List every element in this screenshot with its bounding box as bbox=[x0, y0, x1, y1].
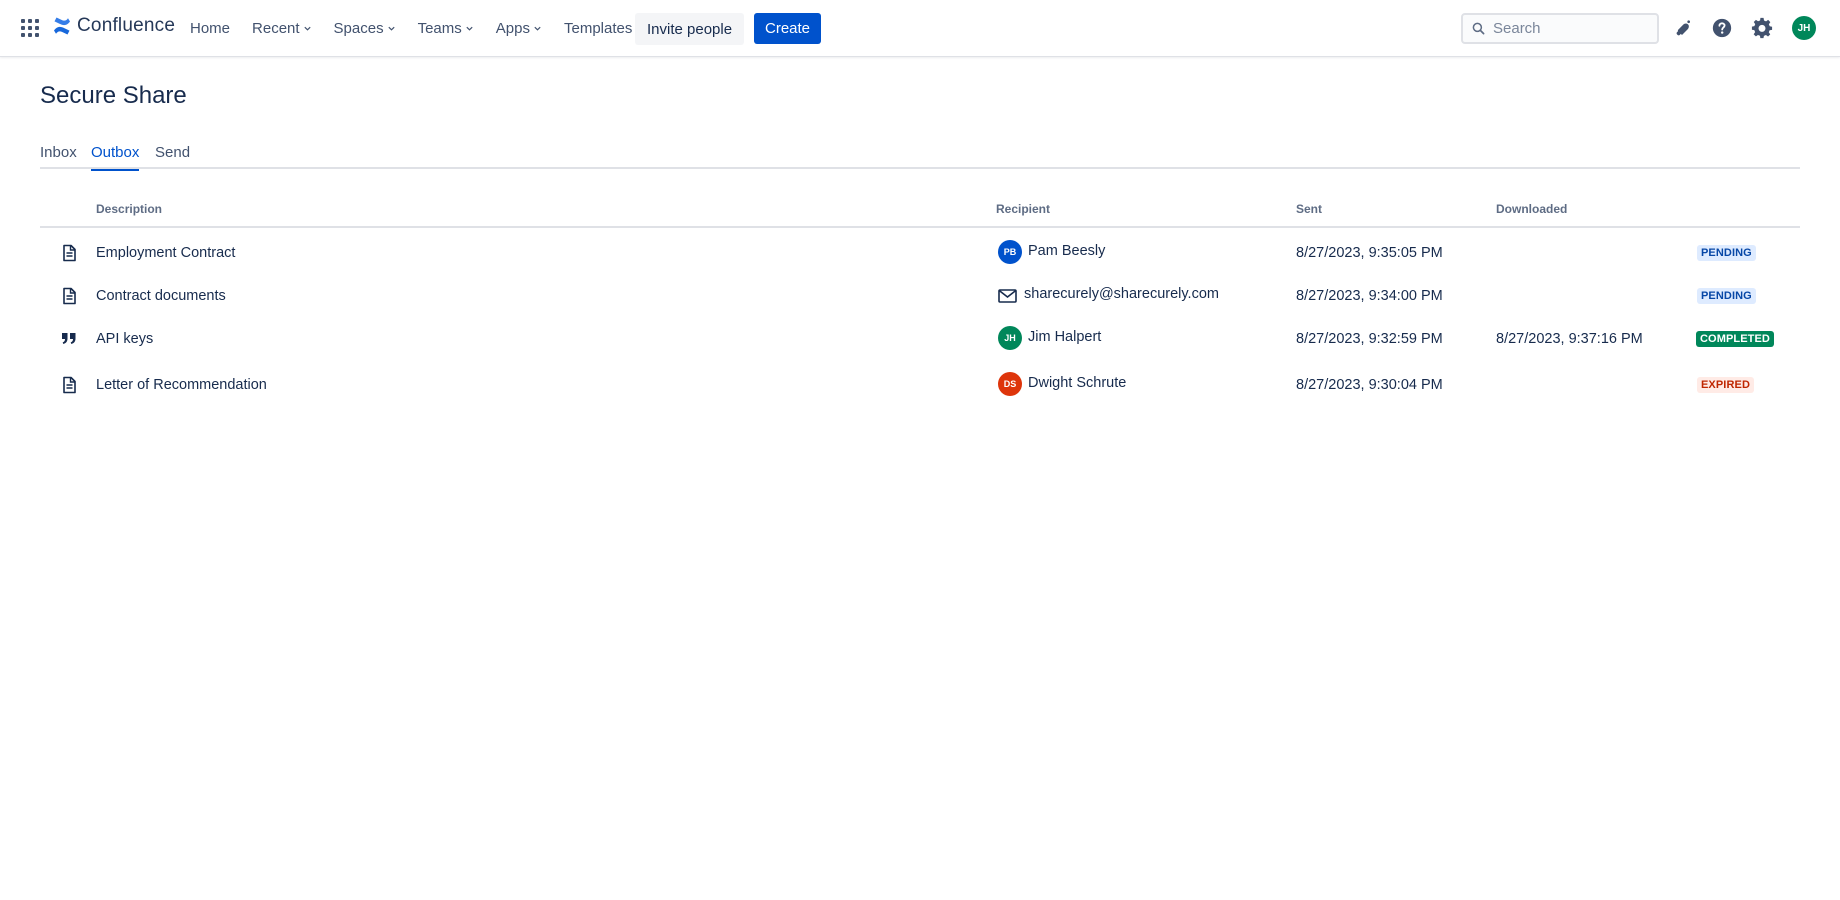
nav-spaces-label: Spaces bbox=[333, 20, 384, 37]
app-switcher-icon[interactable] bbox=[21, 19, 39, 37]
search-input[interactable] bbox=[1493, 20, 1653, 37]
table-row[interactable]: Letter of Recommendation DS Dwight Schru… bbox=[40, 364, 1800, 406]
tab-inbox[interactable]: Inbox bbox=[40, 144, 77, 169]
table-header: Description Recipient Sent Downloaded bbox=[40, 202, 1800, 228]
chevron-down-icon bbox=[466, 26, 473, 31]
recipient-avatar: PB bbox=[998, 240, 1022, 264]
email-icon bbox=[998, 289, 1017, 303]
row-description: Employment Contract bbox=[96, 245, 236, 261]
app-name: Confluence bbox=[77, 15, 176, 36]
status-badge: COMPLETED bbox=[1696, 331, 1774, 347]
row-recipient: Dwight Schrute bbox=[1028, 375, 1127, 391]
row-recipient: Pam Beesly bbox=[1028, 243, 1106, 259]
chevron-down-icon bbox=[387, 26, 395, 31]
help-icon[interactable] bbox=[1710, 16, 1734, 40]
row-sent: 8/27/2023, 9:32:59 PM bbox=[1296, 331, 1443, 347]
column-header-downloaded[interactable]: Downloaded bbox=[1496, 202, 1567, 216]
primary-nav: Home Recent Spaces Teams Apps Templates bbox=[190, 0, 654, 57]
nav-teams-label: Teams bbox=[417, 20, 462, 37]
confluence-logo[interactable]: Confluence bbox=[52, 15, 175, 37]
row-description: Contract documents bbox=[96, 288, 226, 304]
nav-teams[interactable]: Teams bbox=[418, 20, 474, 37]
document-icon bbox=[63, 287, 76, 305]
chevron-down-icon bbox=[303, 26, 311, 31]
confluence-logo-icon bbox=[54, 17, 70, 35]
nav-templates[interactable]: Templates bbox=[564, 20, 632, 37]
search-box[interactable] bbox=[1461, 13, 1659, 44]
row-description: API keys bbox=[96, 331, 154, 347]
nav-spaces[interactable]: Spaces bbox=[334, 20, 396, 37]
row-sent: 8/27/2023, 9:35:05 PM bbox=[1296, 245, 1443, 261]
column-header-sent[interactable]: Sent bbox=[1296, 202, 1322, 216]
search-icon bbox=[1472, 22, 1485, 35]
row-description: Letter of Recommendation bbox=[96, 377, 267, 393]
nav-home-label: Home bbox=[190, 20, 231, 37]
table-row[interactable]: Contract documents sharecurely@sharecure… bbox=[40, 275, 1800, 317]
invite-people-button[interactable]: Invite people bbox=[635, 13, 745, 45]
chevron-down-icon bbox=[534, 26, 541, 31]
settings-icon[interactable] bbox=[1750, 16, 1774, 40]
nav-apps-label: Apps bbox=[495, 20, 530, 37]
page-title: Secure Share bbox=[40, 82, 187, 109]
table-row[interactable]: API keys JH Jim Halpert 8/27/2023, 9:32:… bbox=[40, 318, 1800, 360]
tab-outbox[interactable]: Outbox bbox=[91, 144, 140, 171]
row-downloaded: 8/27/2023, 9:37:16 PM bbox=[1496, 331, 1643, 347]
create-button[interactable]: Create bbox=[754, 13, 822, 44]
tab-bar: Inbox Outbox Send bbox=[40, 142, 1800, 171]
status-badge: PENDING bbox=[1697, 245, 1756, 261]
nav-recent[interactable]: Recent bbox=[252, 20, 312, 37]
nav-templates-label: Templates bbox=[563, 20, 633, 37]
status-badge: EXPIRED bbox=[1697, 377, 1754, 393]
top-navigation: Confluence Home Recent Spaces Teams Apps… bbox=[0, 0, 1840, 57]
row-recipient: Jim Halpert bbox=[1028, 329, 1102, 345]
column-header-description[interactable]: Description bbox=[96, 202, 162, 216]
column-header-recipient[interactable]: Recipient bbox=[996, 202, 1050, 216]
user-avatar[interactable]: JH bbox=[1792, 16, 1816, 40]
nav-apps[interactable]: Apps bbox=[496, 20, 542, 37]
recipient-avatar: JH bbox=[998, 326, 1022, 350]
tab-send[interactable]: Send bbox=[155, 144, 190, 169]
row-sent: 8/27/2023, 9:30:04 PM bbox=[1296, 377, 1443, 393]
quote-icon bbox=[62, 333, 76, 344]
nav-home[interactable]: Home bbox=[190, 20, 230, 37]
document-icon bbox=[63, 244, 76, 262]
document-icon bbox=[63, 376, 76, 394]
row-recipient: sharecurely@sharecurely.com bbox=[1024, 286, 1219, 302]
table-row[interactable]: Employment Contract PB Pam Beesly 8/27/2… bbox=[40, 232, 1800, 274]
row-sent: 8/27/2023, 9:34:00 PM bbox=[1296, 288, 1443, 304]
nav-recent-label: Recent bbox=[252, 20, 300, 37]
status-badge: PENDING bbox=[1697, 288, 1756, 304]
recipient-avatar: DS bbox=[998, 372, 1022, 396]
notifications-icon[interactable] bbox=[1670, 16, 1694, 40]
